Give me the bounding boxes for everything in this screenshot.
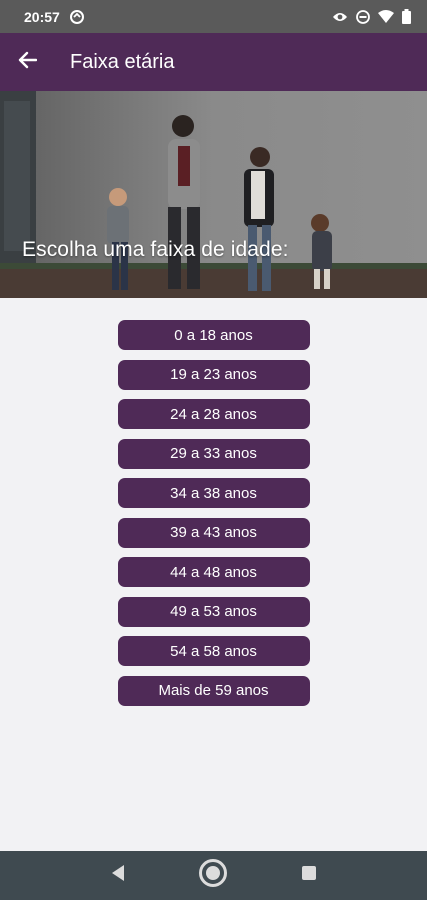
age-range-button[interactable]: 34 a 38 anos [117, 478, 310, 508]
nav-recents-button[interactable] [289, 856, 329, 896]
age-range-button[interactable]: 29 a 33 anos [117, 438, 310, 469]
age-range-button[interactable]: Mais de 59 anos [117, 675, 310, 706]
nav-back-button[interactable] [98, 856, 138, 896]
back-triangle-icon [110, 864, 126, 887]
app-bar: Faixa etária [0, 33, 427, 91]
screen: 20:57 Faixa etária Escolha uma faixa de … [0, 0, 427, 900]
sync-icon [69, 9, 84, 24]
home-circle-icon [198, 858, 228, 893]
battery-icon [402, 9, 411, 24]
back-button[interactable] [0, 33, 54, 91]
hero-banner: Escolha uma faixa de idade: [0, 91, 427, 298]
page-title: Faixa etária [70, 50, 175, 73]
status-bar: 20:57 [0, 0, 427, 33]
system-nav-bar [0, 851, 427, 900]
status-icons [332, 9, 411, 24]
age-range-button[interactable]: 44 a 48 anos [117, 557, 310, 587]
age-range-list: 0 a 18 anos 19 a 23 anos 24 a 28 anos 29… [0, 320, 427, 706]
age-range-button[interactable]: 19 a 23 anos [117, 359, 310, 390]
nav-home-button[interactable] [193, 856, 233, 896]
family-photo [0, 91, 427, 298]
eye-icon [332, 11, 348, 23]
hero-caption: Escolha uma faixa de idade: [22, 238, 289, 261]
age-range-button[interactable]: 0 a 18 anos [117, 320, 310, 350]
arrow-left-icon [17, 51, 38, 74]
dnd-icon [356, 9, 370, 24]
recents-square-icon [301, 865, 317, 886]
age-range-button[interactable]: 39 a 43 anos [117, 517, 310, 548]
age-range-button[interactable]: 54 a 58 anos [117, 636, 310, 666]
age-range-button[interactable]: 49 a 53 anos [117, 596, 310, 627]
wifi-icon [378, 10, 394, 23]
status-time: 20:57 [24, 8, 60, 25]
age-range-button[interactable]: 24 a 28 anos [117, 399, 310, 429]
